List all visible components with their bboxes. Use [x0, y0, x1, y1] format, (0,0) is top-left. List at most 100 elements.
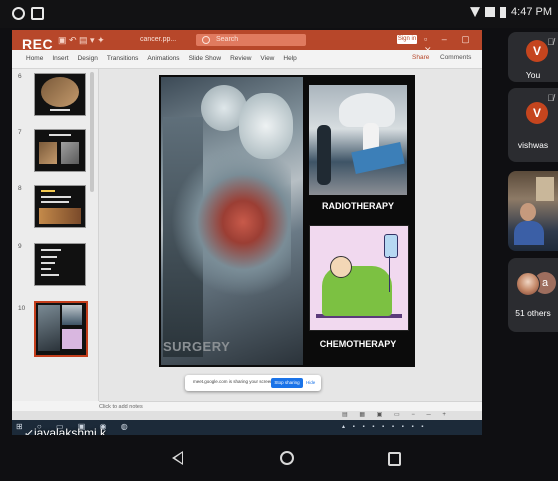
slide-thumbnail-9[interactable]	[34, 243, 86, 286]
photo-part	[351, 142, 405, 174]
hide-button[interactable]: Hide	[306, 378, 315, 388]
tab-slide-show[interactable]: Slide Show	[189, 55, 222, 62]
thumb-number: 6	[18, 73, 22, 80]
thumbnail-scrollbar[interactable]	[90, 72, 94, 192]
photo-part	[239, 93, 293, 159]
presenter-name: jayalakshmi k	[34, 426, 107, 435]
surgery-image	[161, 77, 303, 365]
thumb-text-line	[50, 109, 70, 111]
back-icon[interactable]	[172, 451, 183, 465]
avatar-photo	[516, 272, 540, 296]
notification-icons	[12, 7, 52, 21]
thumb-image	[39, 142, 57, 164]
android-nav-bar	[0, 438, 558, 481]
participant-tile-you[interactable]: V 🎙̸ You	[508, 32, 558, 82]
tab-design[interactable]: Design	[78, 55, 98, 62]
comments-button[interactable]: Comments	[440, 54, 471, 61]
thumb-number: 7	[18, 129, 22, 136]
minimize-arrow-icon[interactable]: ↙	[24, 426, 34, 435]
surgery-label: SURGERY	[163, 339, 231, 354]
powerpoint-status-bar: ▤ ▦ ▣ ▭ − ─ +	[12, 411, 482, 420]
photo-part	[389, 256, 390, 292]
thumb-text-line	[41, 274, 59, 276]
slide-thumbnail-8[interactable]	[34, 185, 86, 228]
search-placeholder: Search	[216, 36, 239, 43]
tab-transitions[interactable]: Transitions	[107, 55, 139, 62]
photo-part	[339, 93, 395, 127]
system-tray: ▴ ▪ ▪ ▪ ▪ ▪ ▪ ▪ ▪	[342, 424, 427, 430]
wifi-icon	[470, 7, 481, 18]
recents-icon[interactable]	[388, 452, 401, 466]
thumb-number: 9	[18, 243, 22, 250]
tab-review[interactable]: Review	[230, 55, 251, 62]
quick-access-toolbar[interactable]: ▣ ↶ ▤ ▾ ✦	[58, 35, 105, 46]
chemotherapy-label: CHEMOTHERAPY	[319, 339, 397, 349]
home-icon[interactable]	[280, 451, 294, 465]
status-right: 4:47 PM	[470, 6, 552, 18]
participant-tile-vishwas[interactable]: V 🎙̸ vishwas	[508, 88, 558, 162]
radiotherapy-label: RADIOTHERAPY	[321, 201, 394, 211]
avatar: V	[526, 102, 548, 124]
participant-count: 51 others	[515, 308, 551, 318]
thumb-text-line	[49, 134, 71, 136]
slide-thumbnail-7[interactable]	[34, 129, 86, 172]
thumb-image	[62, 329, 82, 349]
slide-thumbnail-6[interactable]	[34, 73, 86, 116]
search-icon	[202, 36, 210, 44]
current-slide[interactable]: SURGERY RADIOTHERAPY CHEMOTHERAPY	[159, 75, 415, 367]
photo-part	[171, 147, 291, 297]
signal-icon	[485, 7, 496, 18]
battery-icon	[500, 6, 507, 18]
thumb-text-line	[41, 201, 69, 203]
search-box[interactable]: Search	[196, 34, 306, 46]
document-title: cancer.pp...	[140, 36, 177, 43]
participant-tile-others[interactable]: a 51 others	[508, 258, 558, 332]
chemotherapy-image	[309, 225, 409, 331]
thumb-image	[61, 142, 79, 164]
thumb-image	[62, 305, 82, 325]
image-icon	[31, 7, 44, 20]
slide-thumbnail-pane: 6 7 8 9 10	[12, 69, 99, 401]
tab-view[interactable]: View	[260, 55, 274, 62]
clock: 4:47 PM	[511, 6, 552, 18]
stop-sharing-button[interactable]: Stop sharing	[271, 378, 303, 388]
slide-thumbnail-10[interactable]	[34, 301, 88, 357]
powerpoint-title-bar: ▣ ↶ ▤ ▾ ✦ cancer.pp... Search Sign in ▫ …	[12, 30, 482, 55]
ribbon: Home Insert Design Transitions Animations Sli…	[12, 50, 482, 69]
thumb-text-line	[41, 268, 51, 270]
mic-off-icon: 🎙̸	[547, 37, 554, 47]
sign-in-button[interactable]: Sign in	[397, 35, 417, 44]
thumb-image	[39, 208, 81, 224]
tab-insert[interactable]: Insert	[52, 55, 68, 62]
thumb-text-line	[41, 196, 71, 198]
thumb-number: 8	[18, 185, 22, 192]
tab-animations[interactable]: Animations	[147, 55, 179, 62]
mic-off-icon: 🎙̸	[547, 93, 554, 103]
participant-name: vishwas	[517, 140, 549, 150]
share-button[interactable]: Share	[412, 54, 429, 61]
photo-part	[330, 256, 352, 278]
thumb-text-line	[41, 256, 57, 258]
thumb-image	[41, 77, 79, 107]
tab-help[interactable]: Help	[283, 55, 296, 62]
cast-icon	[12, 7, 25, 20]
view-controls[interactable]: ▤ ▦ ▣ ▭ − ─ +	[342, 411, 451, 418]
video-person	[514, 221, 544, 245]
sharing-message: meet.google.com is sharing your screen.	[193, 379, 275, 384]
video-background	[536, 177, 554, 201]
video-face	[520, 203, 536, 221]
thumb-text-line	[41, 262, 55, 264]
tab-home[interactable]: Home	[26, 55, 43, 62]
slide-canvas[interactable]: SURGERY RADIOTHERAPY CHEMOTHERAPY	[99, 69, 482, 401]
android-status-bar: 4:47 PM	[0, 0, 558, 28]
radiotherapy-image	[309, 85, 407, 195]
screen-sharing-bar: meet.google.com is sharing your screen. …	[185, 375, 321, 391]
notes-placeholder: Click to add notes	[99, 404, 143, 410]
participant-video-tile[interactable]	[508, 171, 558, 251]
photo-part	[317, 125, 331, 185]
ribbon-tabs: Home Insert Design Transitions Animations Sli…	[26, 55, 306, 62]
thumb-image	[38, 305, 60, 351]
iv-bag-icon	[384, 234, 398, 258]
thumb-text-line	[41, 190, 55, 192]
thumb-text-line	[41, 249, 61, 251]
